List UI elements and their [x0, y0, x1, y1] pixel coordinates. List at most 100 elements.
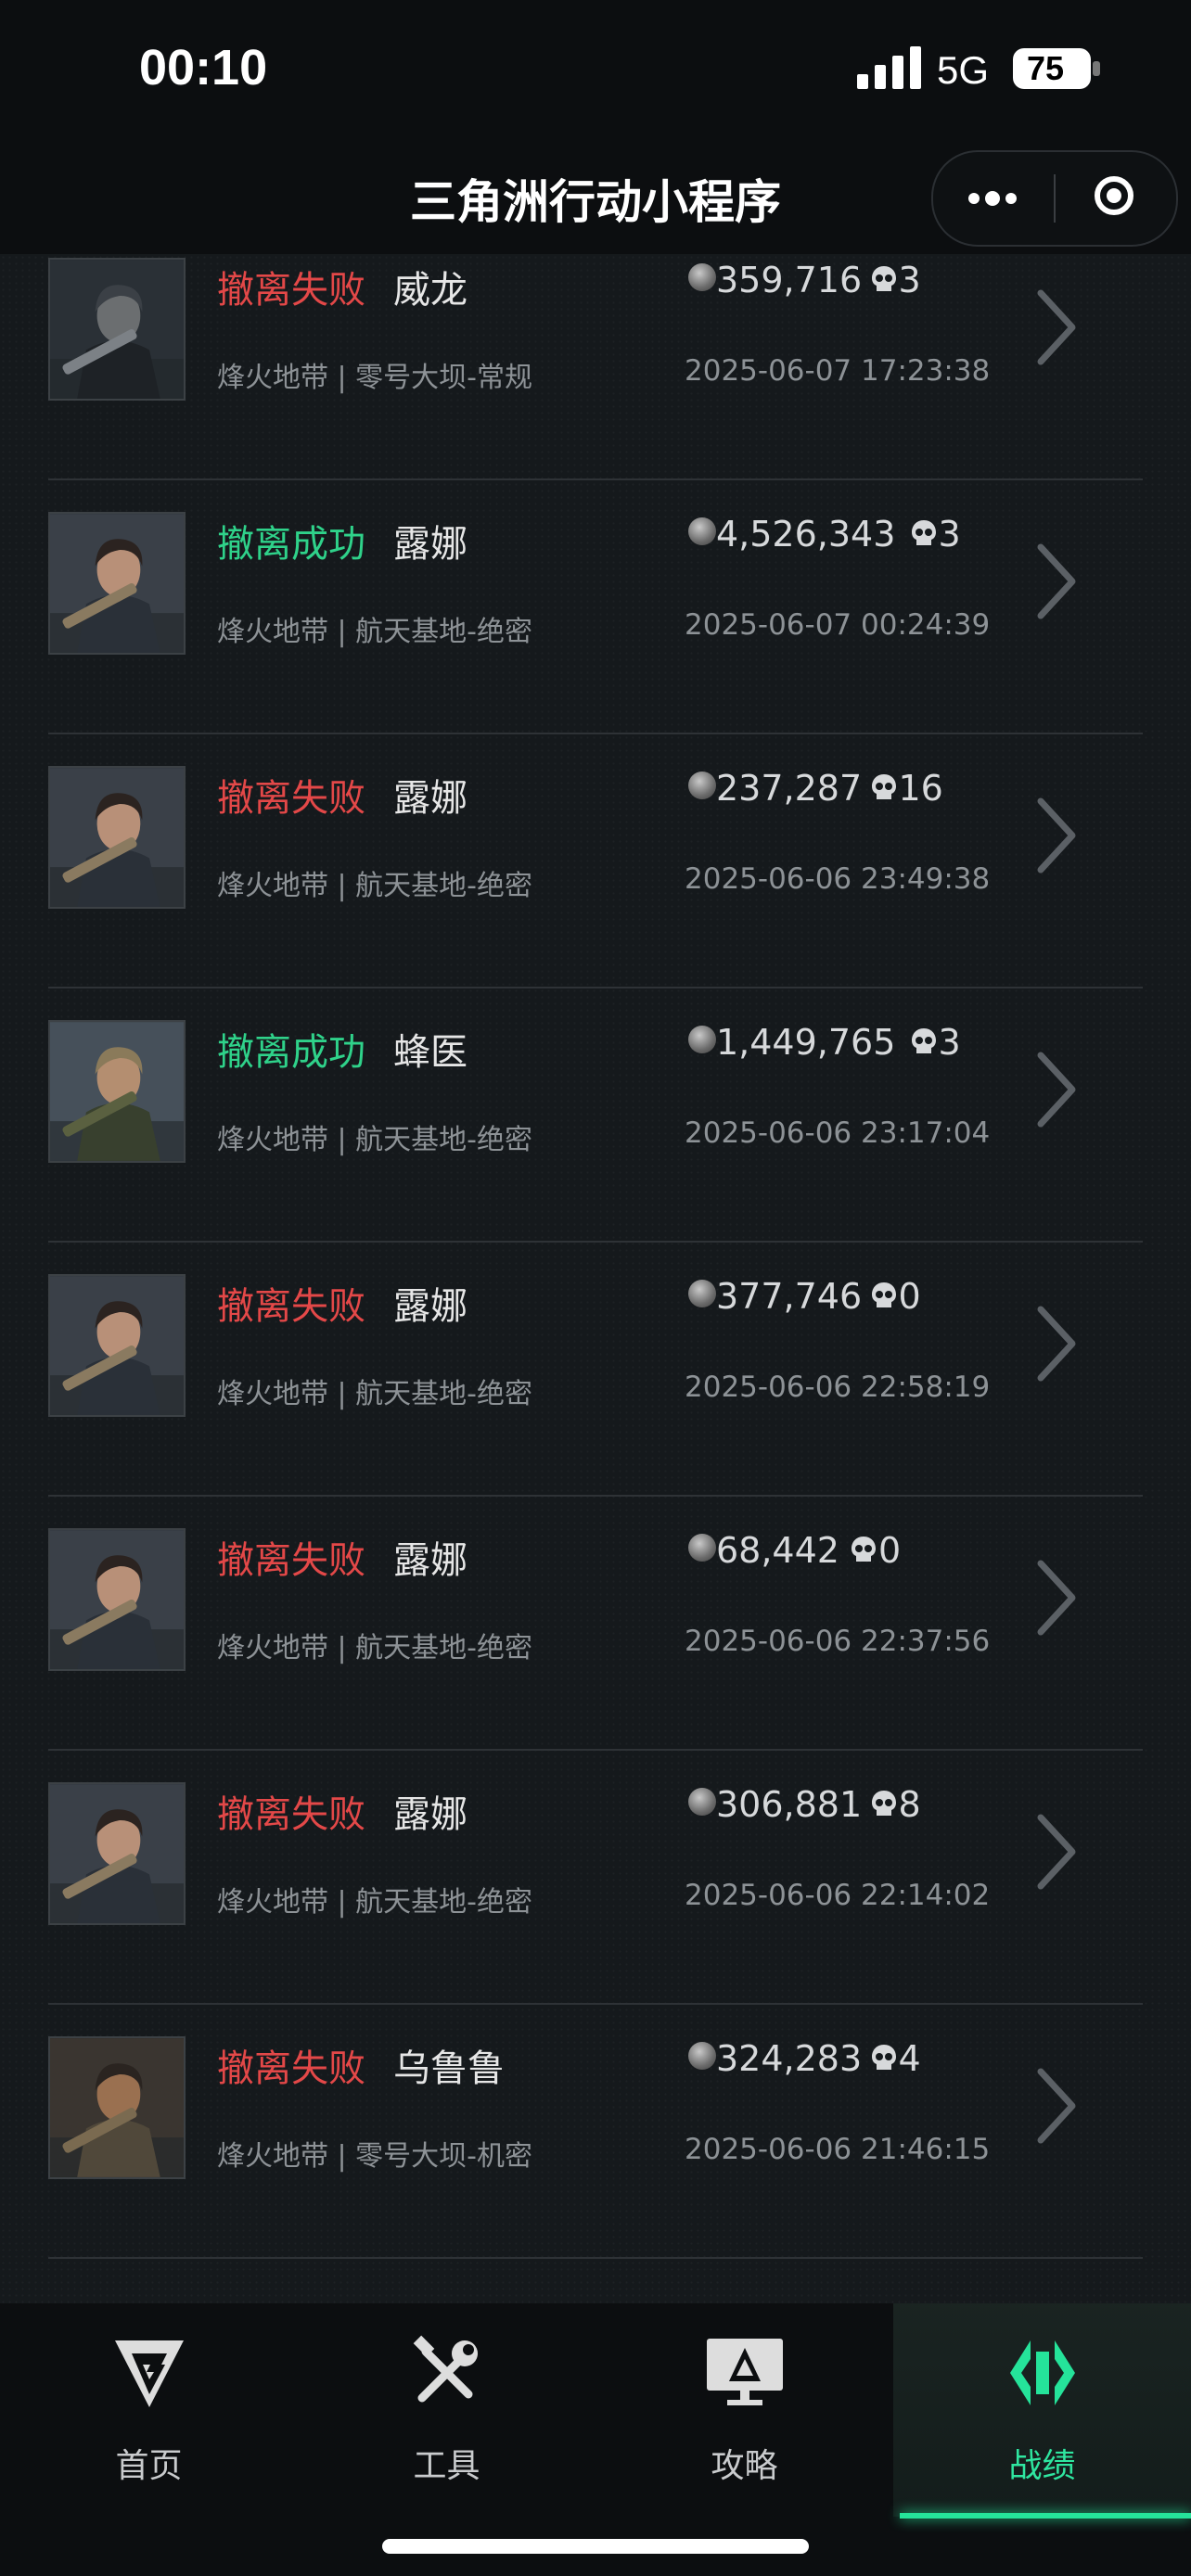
- haul-value: 324,283: [716, 2038, 863, 2079]
- record-row[interactable]: 撤离失败 露娜 烽火地带 | 航天基地-绝密 377,746 0 2025-06-06 2…: [48, 1243, 1143, 1497]
- kill-count: 16: [898, 768, 943, 809]
- kill-count: 3: [898, 260, 921, 300]
- operator-name: 乌鲁鲁: [393, 2047, 505, 2090]
- kill-count: 3: [938, 514, 961, 555]
- home-logo-icon: [115, 2340, 184, 2407]
- tab-guide[interactable]: 攻略: [596, 2303, 893, 2517]
- chevron-right-icon[interactable]: [1033, 2066, 1080, 2146]
- home-indicator[interactable]: [382, 2539, 809, 2554]
- record-row[interactable]: 撤离失败 威龙 烽火地带 | 零号大坝-常规 359,716 3 2025-06-07 1…: [48, 254, 1143, 480]
- more-dot-icon: [968, 193, 980, 204]
- more-dot-icon: [1005, 193, 1017, 204]
- haul-value: 306,881: [716, 1784, 863, 1825]
- more-dot-icon: [985, 191, 1000, 206]
- battery-cap: [1093, 61, 1100, 76]
- coin-icon: [688, 1788, 716, 1816]
- match-time: 2025-06-06 23:17:04: [685, 1116, 991, 1150]
- haul-value: 1,449,765: [716, 1022, 896, 1063]
- skull-kills-icon: [911, 520, 936, 545]
- more-button[interactable]: [933, 152, 1054, 245]
- operator-avatar: [48, 766, 186, 909]
- record-row[interactable]: 撤离成功 露娜 烽火地带 | 航天基地-绝密 4,526,343 3 2025-06-07…: [48, 480, 1143, 734]
- match-time: 2025-06-06 23:49:38: [685, 862, 991, 896]
- skull-kills-icon: [871, 2045, 896, 2070]
- operator-avatar: [48, 1782, 186, 1925]
- nav-bar: 三角洲行动小程序: [0, 139, 1191, 254]
- match-time: 2025-06-07 17:23:38: [685, 354, 991, 388]
- map-mode: 烽火地带 | 航天基地-绝密: [217, 1124, 533, 1156]
- tab-guide-label: 攻略: [711, 2447, 778, 2485]
- map-mode: 烽火地带 | 航天基地-绝密: [217, 870, 533, 902]
- extraction-result: 撤离失败: [217, 1539, 365, 1582]
- extraction-result: 撤离失败: [217, 777, 365, 820]
- skull-kills-icon: [871, 1282, 896, 1307]
- tab-bar: 首页 工具 攻略 战绩: [0, 2303, 1191, 2576]
- skull-kills-icon: [852, 1537, 876, 1562]
- coin-icon: [688, 1280, 716, 1307]
- extraction-result: 撤离成功: [217, 523, 365, 566]
- status-time: 00:10: [139, 40, 268, 96]
- coin-icon: [688, 2042, 716, 2070]
- extraction-result: 撤离失败: [217, 2047, 365, 2090]
- active-tab-indicator: [900, 2513, 1191, 2519]
- record-row[interactable]: 撤离失败 露娜烽火地带 | 航天基地-绝密 68,442 0 2025-06-06 22…: [48, 1497, 1143, 1751]
- chevron-right-icon[interactable]: [1033, 1558, 1080, 1638]
- chevron-right-icon[interactable]: [1033, 796, 1080, 875]
- match-time: 2025-06-06 22:37:56: [685, 1625, 991, 1658]
- kill-count: 0: [878, 1530, 902, 1571]
- operator-name: 露娜: [393, 1539, 467, 1582]
- coin-icon: [688, 263, 716, 291]
- map-mode: 烽火地带 | 零号大坝-机密: [217, 2140, 533, 2173]
- tab-records[interactable]: 战绩: [893, 2303, 1191, 2517]
- tab-tools-label: 工具: [413, 2447, 480, 2485]
- skull-kills-icon: [871, 1791, 896, 1816]
- haul-value: 237,287: [716, 768, 863, 809]
- tab-home[interactable]: 首页: [0, 2303, 298, 2517]
- record-row[interactable]: 撤离失败 露娜 烽火地带 | 航天基地-绝密 237,287 16 2025-06-06 …: [48, 734, 1143, 988]
- chevron-right-icon[interactable]: [1033, 1050, 1080, 1129]
- record-row[interactable]: 撤离失败 露娜烽火地带 | 航天基地-绝密 306,881 8 2025-06-06 2…: [48, 1751, 1143, 2005]
- coin-icon: [688, 772, 716, 799]
- operator-avatar: [48, 2036, 186, 2179]
- match-time: 2025-06-06 22:14:02: [685, 1879, 991, 1912]
- map-mode: 烽火地带 | 航天基地-绝密: [217, 1632, 533, 1664]
- skull-kills-icon: [871, 774, 896, 799]
- battery-icon: 75: [1013, 48, 1091, 89]
- close-miniprogram-button[interactable]: [1056, 152, 1176, 245]
- operator-name: 露娜: [393, 523, 467, 566]
- coin-icon: [688, 1026, 716, 1053]
- extraction-result: 撤离失败: [217, 1285, 365, 1328]
- target-dot-icon: [1107, 188, 1121, 203]
- operator-name: 露娜: [393, 1793, 467, 1836]
- record-row[interactable]: 撤离成功 蜂医 烽火地带 | 航天基地-绝密 1,449,765 3 2025-06-06…: [48, 988, 1143, 1243]
- extraction-result: 撤离失败: [217, 269, 365, 312]
- kill-count: 4: [898, 2038, 921, 2079]
- match-time: 2025-06-06 22:58:19: [685, 1371, 991, 1404]
- network-type: 5G: [937, 48, 990, 92]
- miniprogram-capsule: [931, 150, 1178, 247]
- chevron-right-icon[interactable]: [1033, 542, 1080, 621]
- record-logo-icon: [1010, 2340, 1075, 2405]
- chevron-right-icon[interactable]: [1033, 1812, 1080, 1892]
- kill-count: 8: [898, 1784, 921, 1825]
- battery-level: 75: [1026, 49, 1065, 87]
- extraction-result: 撤离失败: [217, 1793, 365, 1836]
- map-mode: 烽火地带 | 零号大坝-常规: [217, 362, 533, 394]
- haul-value: 68,442: [716, 1530, 839, 1571]
- operator-avatar: [48, 258, 186, 401]
- guide-monitor-icon: [707, 2339, 783, 2405]
- haul-value: 4,526,343: [716, 514, 896, 555]
- chevron-right-icon[interactable]: [1033, 1304, 1080, 1384]
- match-time: 2025-06-06 21:46:15: [685, 2133, 991, 2166]
- match-time: 2025-06-07 00:24:39: [685, 608, 991, 642]
- haul-value: 359,716: [716, 260, 863, 300]
- extraction-result: 撤离成功: [217, 1031, 365, 1074]
- operator-avatar: [48, 1528, 186, 1671]
- record-list[interactable]: 撤离失败 威龙 烽火地带 | 零号大坝-常规 359,716 3 2025-06-07 1…: [0, 254, 1191, 2303]
- tab-tools[interactable]: 工具: [298, 2303, 596, 2517]
- record-row[interactable]: 撤离失败 乌鲁鲁烽火地带 | 零号大坝-机密 324,283 4 2025-06-06 …: [48, 2005, 1143, 2259]
- chevron-right-icon[interactable]: [1033, 287, 1080, 367]
- signal-icon: [857, 46, 921, 89]
- map-mode: 烽火地带 | 航天基地-绝密: [217, 1886, 533, 1919]
- operator-name: 蜂医: [393, 1031, 467, 1074]
